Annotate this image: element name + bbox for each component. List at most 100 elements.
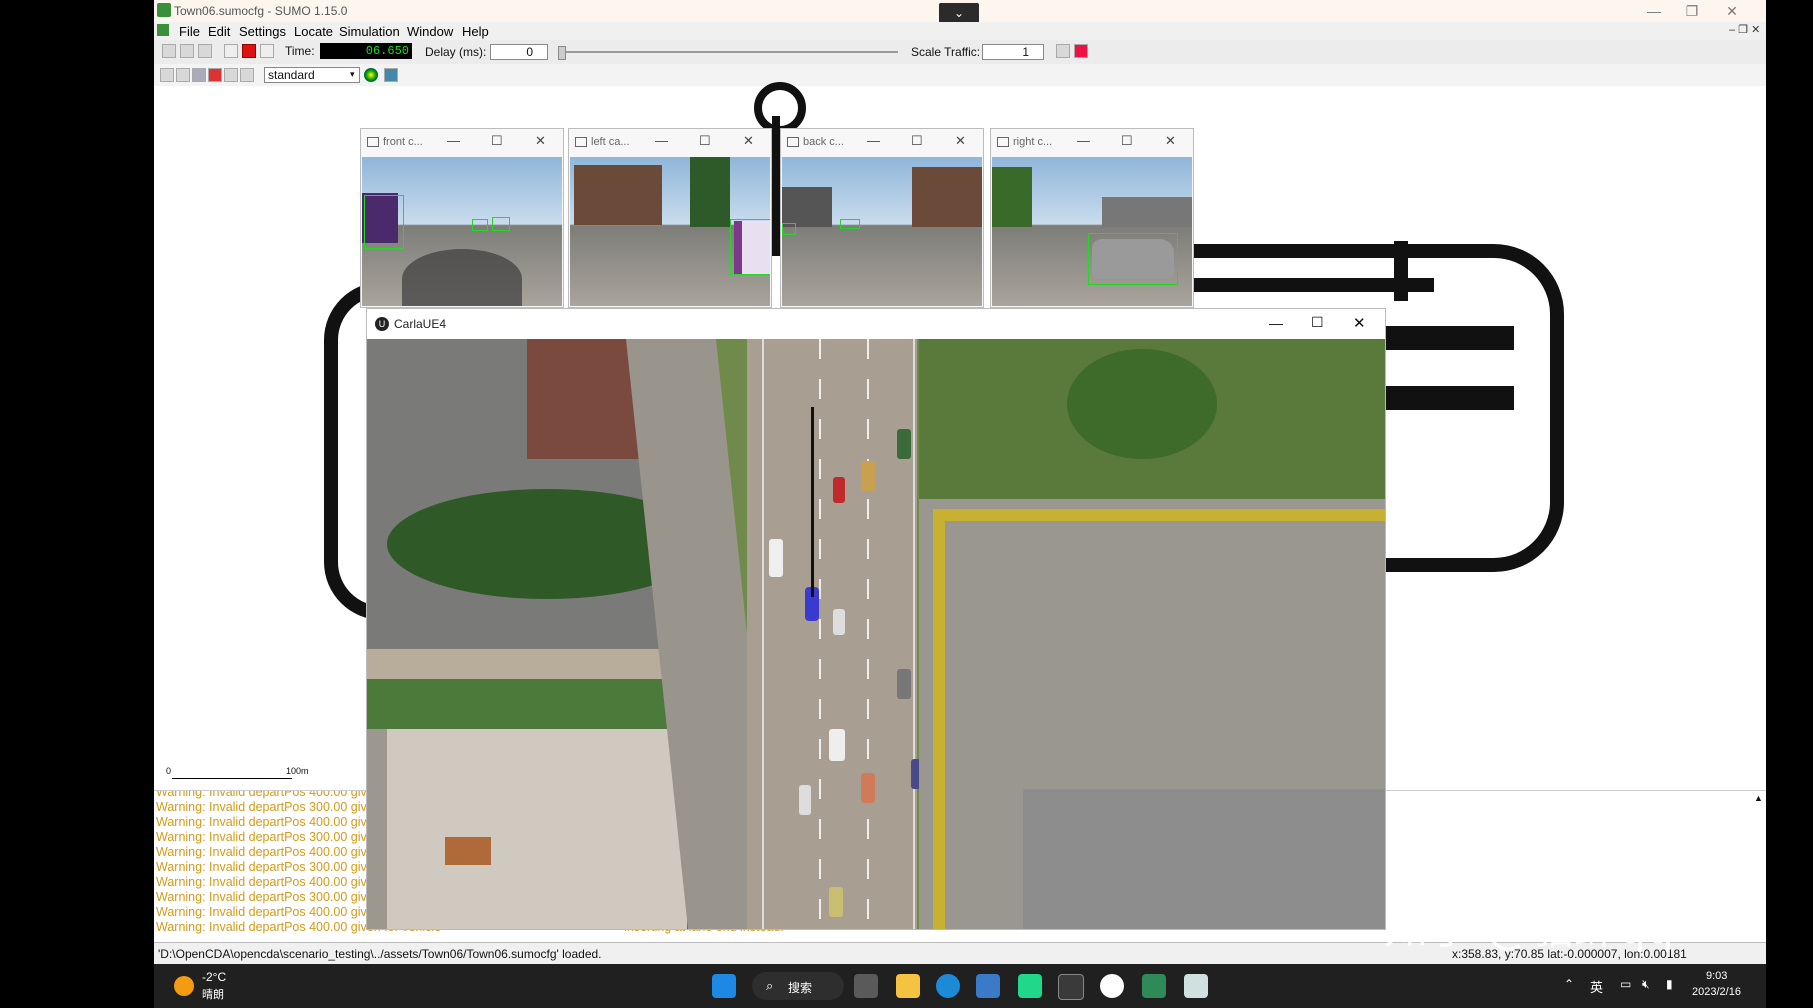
camera-window-left[interactable]: left ca... — ☐ ✕ — [568, 128, 772, 308]
road-connector — [1394, 241, 1408, 301]
scale-traffic-label: Scale Traffic: — [911, 45, 981, 59]
open-icon[interactable] — [162, 44, 176, 58]
camera-window-back[interactable]: back c... — ☐ ✕ — [780, 128, 984, 308]
menu-window[interactable]: Window — [407, 24, 453, 39]
menu-locate[interactable]: Locate — [294, 24, 333, 39]
battery-icon[interactable]: ▮ — [1666, 977, 1673, 991]
carla-title-bar: U CarlaUE4 — ☐ ✕ — [367, 309, 1385, 339]
maximize-button[interactable]: ☐ — [911, 133, 923, 149]
file-explorer-icon[interactable] — [896, 974, 920, 998]
menu-settings[interactable]: Settings — [239, 24, 286, 39]
weather-sun-icon[interactable] — [174, 976, 194, 996]
vehicle — [833, 609, 845, 635]
close-button[interactable]: ✕ — [955, 133, 966, 149]
minimize-button[interactable]: — — [447, 133, 460, 148]
locate-junction-icon[interactable] — [192, 68, 206, 82]
close-button[interactable]: ✕ — [1714, 2, 1750, 20]
menu-edit[interactable]: Edit — [208, 24, 230, 39]
locate-poi-icon[interactable] — [224, 68, 238, 82]
carla-window-title: CarlaUE4 — [394, 317, 447, 331]
vehicle — [833, 477, 845, 503]
camera-window-title: front c... — [383, 136, 423, 148]
clock-time[interactable]: 9:03 — [1706, 970, 1727, 982]
clock-date[interactable]: 2023/2/16 — [1692, 986, 1741, 998]
road-vertical — [772, 116, 780, 256]
close-button[interactable]: ✕ — [1165, 133, 1176, 149]
weather-temp: -2°C — [202, 970, 227, 984]
close-sim-icon[interactable] — [198, 44, 212, 58]
unreal-icon[interactable] — [1100, 974, 1124, 998]
recenter-icon[interactable] — [160, 68, 174, 82]
search-button[interactable]: ⌕ 搜索 — [752, 972, 844, 1000]
carla-bird-eye-view[interactable] — [367, 339, 1385, 929]
stop-icon[interactable] — [242, 44, 256, 58]
pycharm-icon[interactable] — [1018, 974, 1042, 998]
menu-file[interactable]: File — [179, 24, 200, 39]
maximize-button[interactable]: ☐ — [699, 133, 711, 149]
delay-label: Delay (ms): — [425, 45, 487, 59]
zoom-icon[interactable] — [176, 68, 190, 82]
task-view-icon[interactable] — [854, 974, 878, 998]
collapse-button[interactable]: ⌄ — [939, 3, 979, 23]
app-window-icon[interactable] — [1184, 974, 1208, 998]
ego-shadow — [402, 249, 522, 306]
maximize-button[interactable]: ☐ — [1311, 314, 1324, 331]
delay-input[interactable]: 0 — [490, 44, 548, 60]
mdi-controls-icon[interactable]: ‒ ❐ ✕ — [1729, 23, 1760, 36]
delay-slider-track[interactable] — [558, 51, 898, 53]
color-scheme-select[interactable]: standard — [264, 67, 360, 83]
close-button[interactable]: ✕ — [535, 133, 546, 149]
notepad-icon[interactable] — [976, 974, 1000, 998]
menu-help[interactable]: Help — [462, 24, 489, 39]
reload-icon[interactable] — [180, 44, 194, 58]
camera-window-front[interactable]: front c... — ☐ ✕ — [360, 128, 564, 308]
delay-slider-handle[interactable] — [558, 46, 566, 60]
maximize-button[interactable]: ☐ — [1121, 133, 1133, 149]
search-label: 搜索 — [788, 981, 813, 995]
minimize-button[interactable]: — — [1077, 133, 1090, 148]
window-icon — [997, 137, 1009, 147]
minimize-button[interactable]: — — [867, 133, 880, 148]
start-icon[interactable] — [712, 974, 736, 998]
locate-vehicle-icon[interactable] — [208, 68, 222, 82]
sumo-icon[interactable] — [1142, 974, 1166, 998]
maximize-button[interactable]: ☐ — [491, 133, 503, 149]
status-message: 'D:\OpenCDA\opencda\scenario_testing\../… — [158, 947, 602, 961]
window-icon — [367, 137, 379, 147]
step-icon[interactable] — [260, 44, 274, 58]
edit-viewport-icon[interactable] — [240, 68, 254, 82]
menu-simulation[interactable]: Simulation — [339, 24, 400, 39]
hedge — [933, 509, 945, 929]
terminal-icon[interactable] — [1058, 974, 1084, 1000]
close-button[interactable]: ✕ — [1353, 314, 1366, 332]
network-icon[interactable]: ▭ — [1620, 977, 1631, 991]
camera-window-right[interactable]: right c... — ☐ ✕ — [990, 128, 1194, 308]
scroll-up-icon[interactable]: ▲ — [1754, 793, 1763, 803]
vehicle — [799, 785, 811, 815]
log-line: Warning: Invalid departPos 400.00 give — [156, 875, 374, 889]
tray-chevron-icon[interactable]: ⌃ — [1564, 977, 1574, 991]
breakpoint-icon[interactable] — [1074, 44, 1088, 58]
close-button[interactable]: ✕ — [743, 133, 754, 149]
run-icon[interactable] — [224, 44, 238, 58]
screenshot-icon[interactable] — [384, 68, 398, 82]
scale-start: 0 — [166, 766, 172, 776]
restore-button[interactable]: ❐ — [1674, 2, 1710, 20]
color-wheel-icon[interactable] — [364, 68, 378, 82]
edge-icon[interactable] — [936, 974, 960, 998]
ime-indicator[interactable]: 英 — [1590, 977, 1603, 996]
minimize-button[interactable]: — — [655, 133, 668, 148]
scale-traffic-input[interactable]: 1 — [982, 44, 1044, 60]
minimize-button[interactable]: — — [1636, 2, 1672, 20]
window-icon[interactable] — [1056, 44, 1070, 58]
minimize-button[interactable]: — — [1269, 315, 1283, 331]
unreal-logo-icon: U — [375, 317, 389, 331]
volume-muted-icon[interactable]: 🔇︎ — [1642, 977, 1650, 992]
left-camera-image — [570, 157, 770, 306]
vehicle — [861, 461, 875, 491]
log-line: Warning: Invalid departPos 300.00 give — [156, 830, 374, 844]
carla-window[interactable]: U CarlaUE4 — ☐ ✕ — [366, 308, 1386, 930]
menu-bar: File Edit Settings Locate Simulation Win… — [154, 22, 1766, 40]
vehicle — [829, 729, 845, 761]
log-line: Warning: Invalid departPos 400.00 give — [156, 905, 374, 919]
